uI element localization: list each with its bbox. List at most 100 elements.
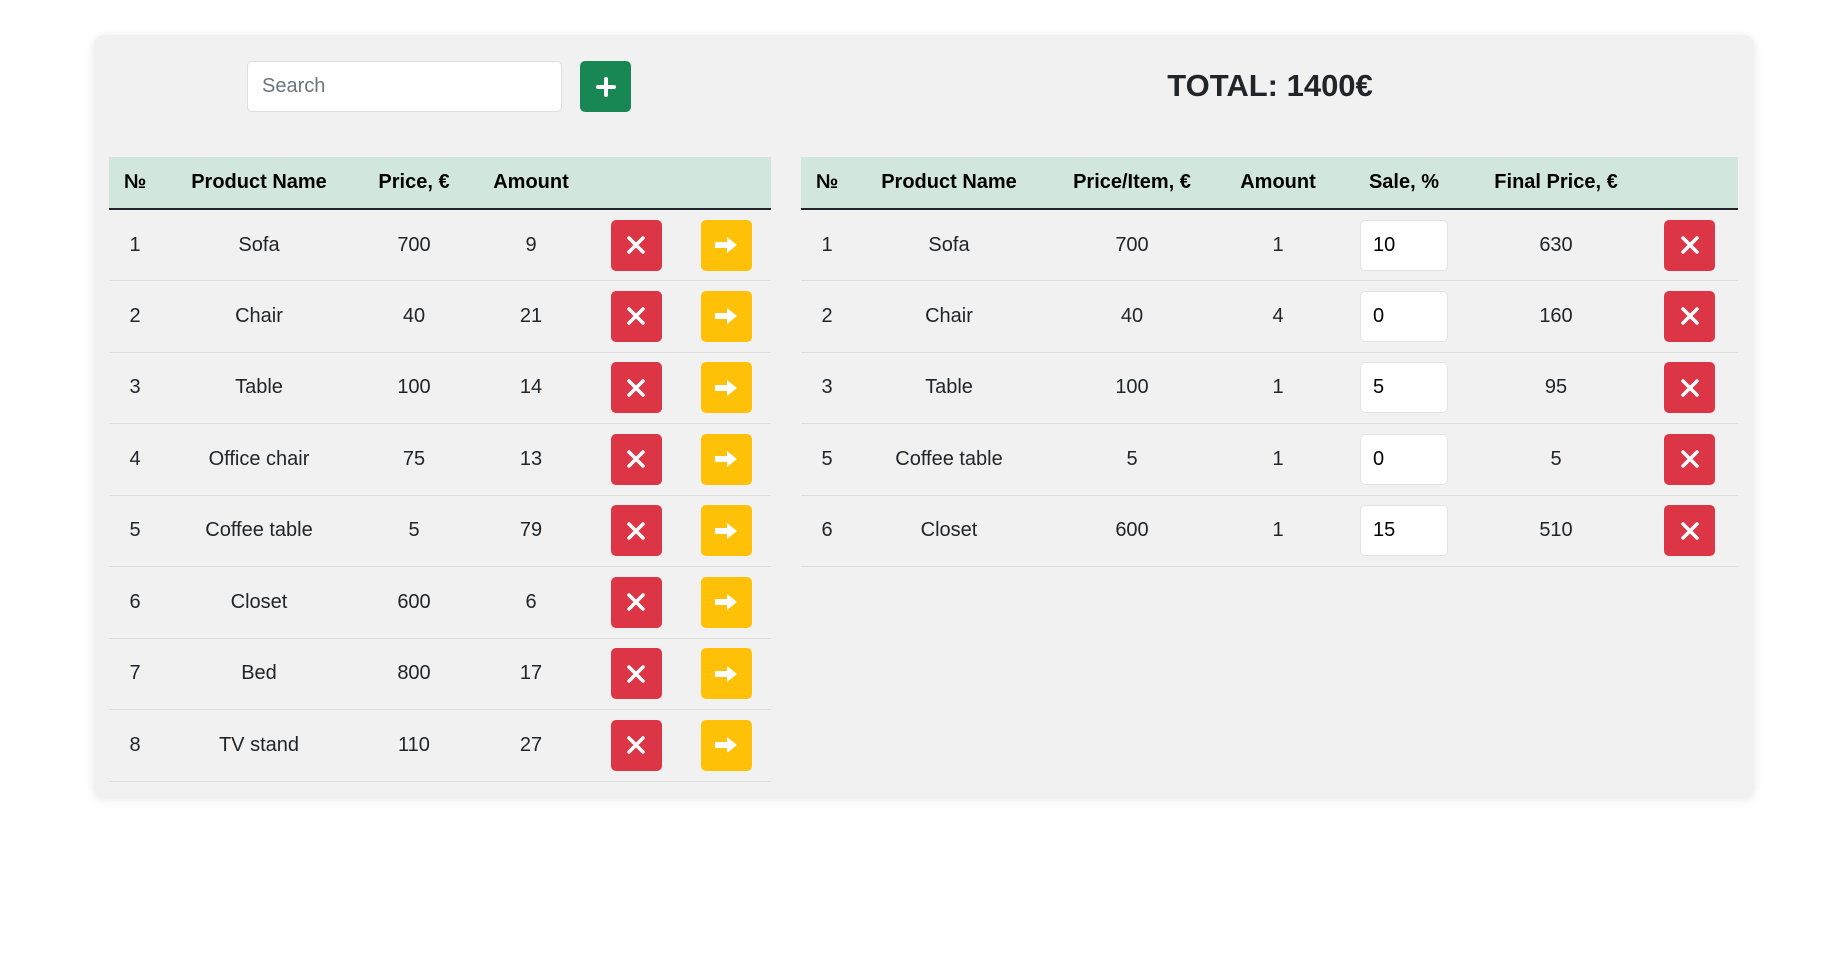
column-header-final-price: Final Price, € — [1471, 157, 1641, 210]
close-icon — [627, 593, 645, 611]
cell-move — [681, 280, 771, 353]
table-row: 1 Sofa 700 9 — [109, 209, 771, 281]
add-to-cart-button[interactable] — [700, 719, 752, 771]
cell-product-name: Table — [161, 352, 357, 424]
arrow-right-icon — [715, 522, 737, 539]
cell-number: 4 — [109, 423, 161, 496]
cell-delete — [591, 495, 681, 567]
sale-input[interactable] — [1360, 505, 1448, 557]
cell-price: 75 — [357, 423, 471, 496]
sale-input[interactable] — [1360, 290, 1448, 342]
column-header-delete — [591, 157, 681, 210]
cart-table: № Product Name Price/Item, € Amount Sale… — [801, 157, 1738, 567]
cell-product-name: Office chair — [161, 423, 357, 496]
cell-amount: 21 — [471, 280, 591, 353]
add-product-button[interactable] — [580, 61, 631, 112]
cart-table-header: № Product Name Price/Item, € Amount Sale… — [801, 157, 1738, 210]
table-row: 1Sofa7001630 — [801, 209, 1738, 281]
cell-sale — [1337, 495, 1471, 567]
remove-from-cart-button[interactable] — [1664, 433, 1715, 485]
add-to-cart-button[interactable] — [700, 505, 752, 557]
cell-number: 5 — [109, 495, 161, 567]
delete-product-button[interactable] — [610, 719, 662, 771]
cell-amount: 4 — [1219, 280, 1337, 353]
sale-input[interactable] — [1360, 362, 1448, 414]
cell-final-price: 510 — [1471, 495, 1641, 567]
add-to-cart-button[interactable] — [700, 576, 752, 628]
cell-product-name: Sofa — [853, 209, 1045, 281]
cell-amount: 1 — [1219, 423, 1337, 496]
cell-number: 3 — [801, 352, 853, 424]
cell-number: 8 — [109, 709, 161, 782]
cell-product-name: Closet — [161, 566, 357, 639]
cell-price-per-item: 700 — [1045, 209, 1219, 281]
cell-product-name: Sofa — [161, 209, 357, 281]
table-row: 5 Coffee table 5 79 — [109, 495, 771, 567]
column-header-amount: Amount — [471, 157, 591, 210]
add-to-cart-button[interactable] — [700, 290, 752, 342]
delete-product-button[interactable] — [610, 433, 662, 485]
cell-price: 800 — [357, 638, 471, 710]
close-icon — [1680, 307, 1699, 325]
cell-amount: 79 — [471, 495, 591, 567]
close-icon — [627, 236, 645, 254]
cell-delete — [591, 423, 681, 496]
table-row: 6 Closet 600 6 — [109, 566, 771, 639]
cell-price: 5 — [357, 495, 471, 567]
cell-number: 6 — [801, 495, 853, 567]
table-row: 6Closet6001 510 — [801, 495, 1738, 567]
cell-price-per-item: 600 — [1045, 495, 1219, 567]
cell-move — [681, 423, 771, 496]
delete-product-button[interactable] — [610, 505, 662, 557]
delete-product-button[interactable] — [610, 362, 662, 414]
cell-amount: 1 — [1219, 495, 1337, 567]
remove-from-cart-button[interactable] — [1664, 219, 1715, 271]
add-to-cart-button[interactable] — [700, 433, 752, 485]
table-row: 3Table1001 95 — [801, 352, 1738, 424]
remove-from-cart-button[interactable] — [1664, 290, 1715, 342]
cell-delete — [1641, 352, 1738, 424]
cell-move — [681, 209, 771, 281]
table-row: 7 Bed 800 17 — [109, 638, 771, 710]
products-table: № Product Name Price, € Amount 1 Sofa 700 9… — [109, 157, 771, 782]
cell-product-name: Bed — [161, 638, 357, 710]
cell-price: 600 — [357, 566, 471, 639]
table-row: 2Chair404 160 — [801, 280, 1738, 353]
cell-price: 40 — [357, 280, 471, 353]
column-header-price: Price, € — [357, 157, 471, 210]
remove-from-cart-button[interactable] — [1664, 505, 1715, 557]
close-icon — [627, 379, 645, 397]
cell-product-name: Coffee table — [853, 423, 1045, 496]
delete-product-button[interactable] — [610, 576, 662, 628]
sale-input[interactable] — [1360, 219, 1448, 271]
close-icon — [1680, 379, 1699, 397]
delete-product-button[interactable] — [610, 290, 662, 342]
delete-product-button[interactable] — [610, 219, 662, 271]
cell-price-per-item: 40 — [1045, 280, 1219, 353]
cell-delete — [591, 280, 681, 353]
cell-product-name: Chair — [161, 280, 357, 353]
cell-delete — [591, 352, 681, 424]
search-input[interactable] — [247, 61, 562, 112]
delete-product-button[interactable] — [610, 648, 662, 700]
cell-move — [681, 709, 771, 782]
add-to-cart-button[interactable] — [700, 648, 752, 700]
plus-icon — [595, 76, 616, 97]
cell-number: 5 — [801, 423, 853, 496]
column-header-move — [681, 157, 771, 210]
sale-input[interactable] — [1360, 433, 1448, 485]
cell-amount: 1 — [1219, 352, 1337, 424]
column-header-price-per-item: Price/Item, € — [1045, 157, 1219, 210]
cell-product-name: Coffee table — [161, 495, 357, 567]
cell-delete — [1641, 209, 1738, 281]
cell-number: 6 — [109, 566, 161, 639]
cell-price: 100 — [357, 352, 471, 424]
cell-sale — [1337, 209, 1471, 281]
remove-from-cart-button[interactable] — [1664, 362, 1715, 414]
cell-number: 7 — [109, 638, 161, 710]
arrow-right-icon — [715, 594, 737, 611]
add-to-cart-button[interactable] — [700, 219, 752, 271]
cell-amount: 27 — [471, 709, 591, 782]
add-to-cart-button[interactable] — [700, 362, 752, 414]
cell-sale — [1337, 352, 1471, 424]
